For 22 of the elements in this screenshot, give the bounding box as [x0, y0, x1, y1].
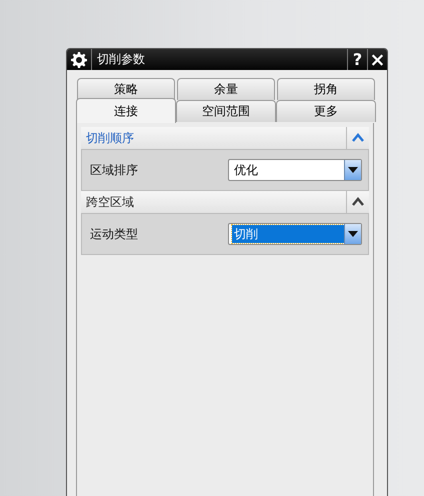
tab[interactable]: 更多 [276, 100, 376, 122]
section-header[interactable]: 跨空区域 [81, 191, 369, 214]
close-button[interactable]: × [367, 49, 387, 70]
gear-icon[interactable] [71, 52, 87, 68]
section-header[interactable]: 切削顺序 [81, 127, 369, 150]
dropdown[interactable]: 优化 [228, 159, 362, 181]
tab[interactable]: 策略 [77, 78, 175, 100]
collapse-icon[interactable] [351, 132, 365, 144]
tab[interactable]: 余量 [177, 78, 275, 100]
field-label: 区域排序 [90, 162, 138, 178]
dropdown-arrow-icon [348, 167, 358, 173]
window-title: 切削参数 [96, 51, 146, 68]
collapse-icon[interactable] [351, 196, 365, 208]
dropdown[interactable]: 切削 [228, 223, 362, 245]
section-title: 切削顺序 [85, 130, 135, 146]
tab[interactable]: 空间范围 [176, 100, 276, 122]
dropdown-arrow-icon [348, 231, 358, 237]
tab[interactable]: 拐角 [277, 78, 375, 100]
field-label: 运动类型 [90, 226, 138, 242]
tab[interactable]: 连接 [76, 98, 176, 123]
help-button[interactable]: ? [347, 49, 367, 70]
section-title: 跨空区域 [85, 194, 135, 210]
